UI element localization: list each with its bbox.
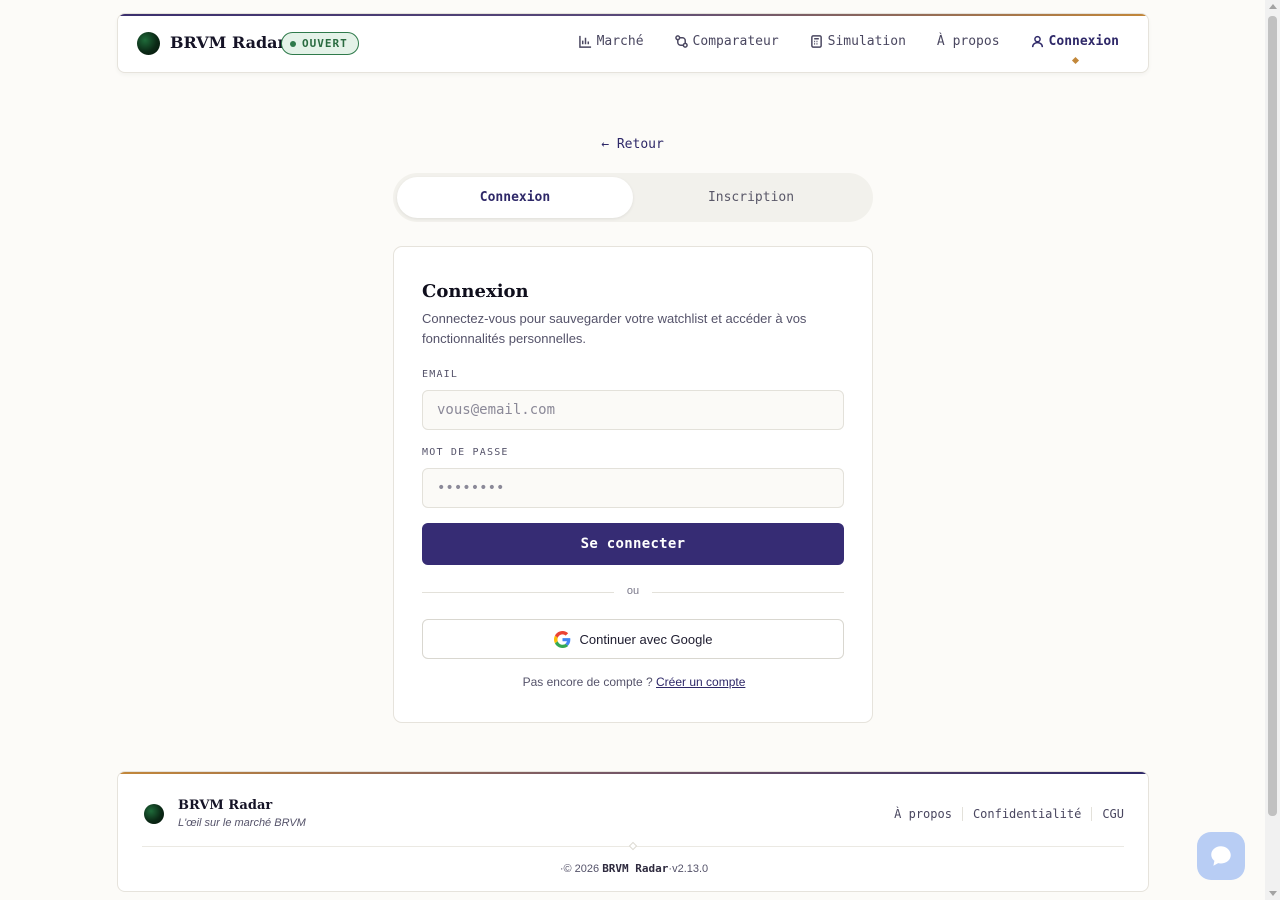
nav-item-comparateur[interactable]: Comparateur: [674, 34, 779, 49]
google-login-button[interactable]: Continuer avec Google: [422, 619, 844, 659]
footer-copyright: ·© 2026 BRVM Radar·v2.13.0: [118, 862, 1148, 875]
chat-bubble-icon: [1211, 846, 1231, 866]
chat-widget-button[interactable]: [1197, 832, 1245, 880]
nav-label: Marché: [596, 34, 644, 49]
password-field[interactable]: [422, 468, 844, 508]
nav-label: À propos: [936, 34, 1000, 49]
back-link[interactable]: ← Retour: [0, 137, 1265, 152]
main-nav: Marché Comparateur Simulation À propos C…: [578, 34, 1119, 65]
status-dot-icon: [290, 40, 296, 47]
create-account-link[interactable]: Créer un compte: [656, 675, 745, 689]
footer-logo-icon: [144, 804, 164, 824]
user-icon: [1031, 35, 1043, 48]
brand-name[interactable]: BRVM Radar: [170, 33, 286, 52]
nav-label: Comparateur: [692, 34, 779, 49]
tab-inscription[interactable]: Inscription: [633, 177, 869, 218]
version-text: ·v2.13.0: [668, 863, 709, 875]
email-label: EMAIL: [422, 369, 459, 380]
market-status-badge: OUVERT: [281, 32, 359, 55]
tab-connexion[interactable]: Connexion: [397, 177, 633, 218]
footer-links: À propos Confidentialité CGU: [894, 807, 1124, 821]
nav-label: Connexion: [1048, 34, 1119, 49]
form-title: Connexion: [422, 281, 529, 302]
password-label: MOT DE PASSE: [422, 447, 509, 458]
compare-arrows-icon: [674, 35, 688, 48]
footer-tagline: L'œil sur le marché BRVM: [178, 817, 306, 829]
or-divider: ou: [422, 585, 844, 599]
top-navbar: BRVM Radar OUVERT Marché Comparateur Sim…: [117, 13, 1149, 73]
divider-text: ou: [626, 585, 640, 597]
footer-brand: BRVM Radar: [178, 798, 273, 813]
footer-link-separator: [961, 807, 963, 821]
footer-link-a-propos[interactable]: À propos: [894, 807, 952, 821]
form-subtitle: Connectez-vous pour sauvegarder votre wa…: [422, 311, 807, 346]
copyright-text: ·© 2026: [559, 863, 600, 875]
scroll-up-icon[interactable]: [1269, 4, 1277, 9]
nav-item-a-propos[interactable]: À propos: [937, 34, 1000, 49]
auth-tabs: Connexion Inscription: [393, 173, 873, 222]
footer-link-confidentialite[interactable]: Confidentialité: [973, 807, 1081, 821]
login-button[interactable]: Se connecter: [422, 523, 844, 565]
login-card: Connexion Connectez-vous pour sauvegarde…: [393, 246, 873, 723]
footer-link-cgu[interactable]: CGU: [1102, 807, 1124, 821]
market-status-label: OUVERT: [302, 37, 348, 50]
no-account-text: Pas encore de compte ?: [522, 675, 653, 689]
page-scrollbar[interactable]: [1265, 0, 1280, 900]
nav-item-marche[interactable]: Marché: [578, 34, 644, 49]
nav-item-connexion[interactable]: Connexion: [1031, 34, 1119, 65]
footer: BRVM Radar L'œil sur le marché BRVM À pr…: [117, 771, 1149, 892]
active-indicator-icon: [1071, 56, 1079, 65]
divider-line: [652, 592, 844, 593]
bar-chart-icon: [578, 35, 591, 48]
brand-logo-icon[interactable]: [137, 32, 160, 55]
scroll-down-icon[interactable]: [1269, 891, 1277, 896]
google-icon: [553, 630, 570, 648]
footer-divider-diamond-icon: [628, 841, 638, 851]
scrollbar-thumb[interactable]: [1268, 16, 1277, 816]
email-field[interactable]: [422, 390, 844, 430]
footer-link-separator: [1091, 807, 1093, 821]
nav-item-simulation[interactable]: Simulation: [810, 34, 906, 49]
signup-prompt: Pas encore de compte ? Créer un compte: [394, 675, 874, 689]
calculator-icon: [810, 35, 822, 48]
nav-label: Simulation: [827, 34, 906, 49]
copyright-brand: BRVM Radar: [602, 862, 669, 875]
google-button-label: Continuer avec Google: [579, 631, 713, 647]
